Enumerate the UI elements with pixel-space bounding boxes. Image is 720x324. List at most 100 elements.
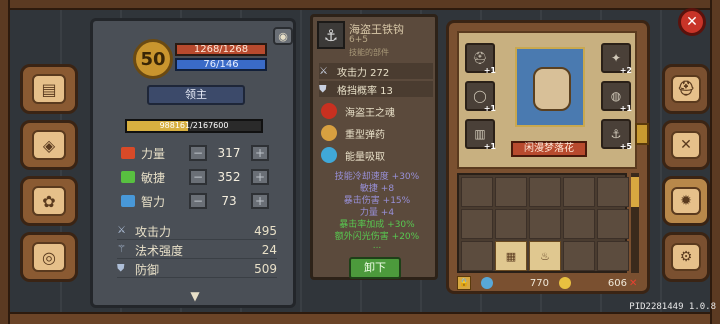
equip-slot-gem[interactable]: ✦ +2 [601,43,632,75]
wand-icon: ⚚ [117,244,126,255]
intelligence-plus-button[interactable]: + [251,193,269,209]
slot-badge: +1 [483,66,496,75]
wheel-icon: ◎ [32,242,66,272]
helmet-icon: ⛑ [472,51,488,65]
intelligence-minus-button[interactable]: − [189,193,207,209]
equip-slot-weapon[interactable]: ⚓ +5 [601,119,632,151]
build-id: PID2281449 1.0.8 [629,302,716,312]
intelligence-icon [121,195,135,207]
item-stat-label: 攻击力 272 [337,67,390,79]
nav-helmet-button[interactable]: ⛑ [662,64,710,114]
inventory-slot[interactable] [461,209,493,239]
agility-minus-button[interactable]: − [189,169,207,185]
inventory-scrollbar[interactable] [631,173,639,273]
amulet-icon: ◯ [473,89,487,103]
inventory-slot[interactable] [563,209,595,239]
equip-slot-ring[interactable]: ◍ +1 [601,81,632,113]
agility-icon [121,171,135,183]
inventory-slot[interactable] [563,177,595,207]
stat-row-intelligence: 智力 − 73 + [121,191,271,211]
derived-label: 防御 [135,262,160,277]
gear-icon: ⚙ [671,243,701,271]
inventory-slot[interactable] [461,177,493,207]
helmet-icon: ⛑ [671,75,701,103]
derived-label: 法术强度 [135,243,184,258]
stat-label: 力量 [141,146,166,161]
star-icon: ✹ [671,187,701,215]
inventory-slot[interactable] [563,241,595,271]
slot-badge: +2 [619,66,632,75]
inventory-slot-scroll[interactable]: ▦ [495,241,527,271]
nav-tools-button[interactable]: ✕ [662,120,710,170]
inventory-slot[interactable] [495,209,527,239]
derived-spell-power: ⚚ 法术强度 24 [117,242,277,259]
item-detail-panel: ⚓ 海盗王铁钩 6+5 技能的部件 ⚔ 攻击力 272 ⛊ 格挡概率 13 海盗… [310,14,438,280]
mp-bar: 76/146 [175,58,267,71]
slot-badge: +1 [483,142,496,151]
nav-wheel-button[interactable]: ◎ [20,232,78,282]
item-stat-label: 格挡概率 13 [337,85,393,97]
equip-slot-amulet[interactable]: ◯ +1 [465,81,496,113]
inventory-slot[interactable] [529,209,561,239]
exp-text: 988161/2167600 [159,121,229,130]
tab-marker[interactable] [635,123,649,145]
nav-cards-button[interactable]: ◈ [20,120,78,170]
shield-icon: ⛊ [319,83,327,95]
right-nav: ⛑ ✕ ✹ ⚙ [662,64,718,288]
frame-top [0,0,720,10]
equipment-area: ⛑ +1 ◯ +1 ▥ +1 ✦ +2 ◍ +1 ⚓ +5 闲漫梦落花 [457,31,637,169]
scroll-down-arrow-icon[interactable]: ▼ [183,289,207,303]
stat-row-agility: 敏捷 − 352 + [121,167,271,187]
derived-defense: ⛊ 防御 509 [117,261,277,278]
scroll-thumb[interactable] [631,177,639,207]
inventory-slot[interactable] [597,209,629,239]
hook-icon: ⚓ [317,21,345,49]
slot-badge: +5 [619,142,632,151]
stat-row-strength: 力量 − 317 + [121,143,271,163]
frame-left [0,0,10,324]
level-badge: 50 [133,39,173,79]
skill-row[interactable]: 海盗王之魂 [321,101,433,121]
inventory-slot[interactable] [461,241,493,271]
skill-row[interactable]: 能量吸取 [321,145,433,165]
left-nav: ▤ ◈ ✿ ◎ [20,64,78,288]
exp-bar: 988161/2167600 [125,119,263,133]
agility-plus-button[interactable]: + [251,169,269,185]
nav-star-button[interactable]: ✹ [662,176,710,226]
camera-icon: ◉ [278,29,288,43]
pet-portrait[interactable] [515,47,585,127]
ring-icon: ◍ [610,89,622,103]
stat-label: 智力 [141,194,166,209]
unequip-button[interactable]: 卸下 [349,257,401,279]
close-button[interactable]: ✕ [678,8,706,36]
lock-icon[interactable]: 🔒 [457,276,471,290]
inventory-slot[interactable] [597,241,629,271]
equip-slot-helmet[interactable]: ⛑ +1 [465,43,496,75]
flame-icon [321,103,337,119]
item-stat-attack: ⚔ 攻击力 272 [319,63,433,79]
nav-paw-button[interactable]: ✿ [20,176,78,226]
item-note: 技能的部件 [349,48,389,57]
inventory-slot[interactable] [529,177,561,207]
scroll-icon: ▦ [505,249,517,263]
strength-minus-button[interactable]: − [189,145,207,161]
inventory-slot[interactable] [495,177,527,207]
title-button[interactable]: 领主 [147,85,245,105]
gem-icon: ✦ [610,51,622,65]
nav-gear-button[interactable]: ⚙ [662,232,710,282]
stat-value: 317 [217,146,241,160]
item-stat-block: ⛊ 格挡概率 13 [319,81,433,97]
armor-icon: ▥ [474,127,486,141]
strength-plus-button[interactable]: + [251,145,269,161]
skill-row[interactable]: 重型弹药 [321,123,433,143]
skill-label: 重型弹药 [345,129,385,141]
inventory-slot-potion[interactable]: ♨ [529,241,561,271]
slot-badge: +1 [619,104,632,113]
camera-button[interactable]: ◉ [273,27,293,45]
inventory-slot[interactable] [597,177,629,207]
pet-cat-image [533,67,571,111]
equip-slot-armor[interactable]: ▥ +1 [465,119,496,151]
derived-value: 495 [254,224,277,238]
close-x-icon: ✕ [629,277,638,289]
nav-book-button[interactable]: ▤ [20,64,78,114]
